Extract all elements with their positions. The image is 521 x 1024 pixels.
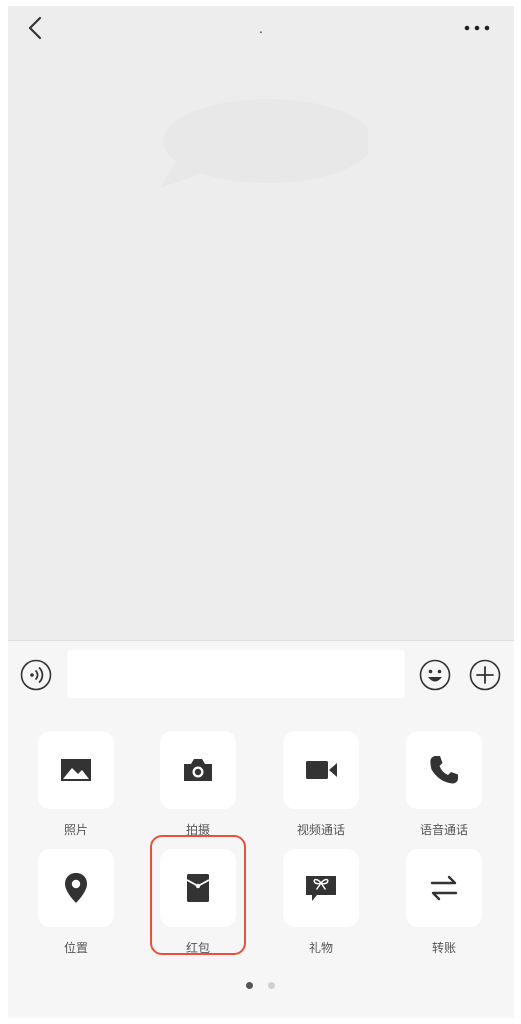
transfer-arrows-icon	[430, 875, 458, 901]
emoji-button[interactable]	[419, 659, 451, 691]
function-panel: 照片 拍摄 视频通话 语音通话 位置 红包 礼物 转账	[8, 707, 514, 1018]
image-icon	[61, 759, 91, 781]
camera-button[interactable]	[160, 731, 236, 809]
voice-call-button[interactable]	[406, 731, 482, 809]
back-button[interactable]	[22, 14, 50, 42]
video-call-label: 视频通话	[296, 823, 345, 837]
nav-bar: .	[8, 6, 514, 50]
emoji-icon	[419, 659, 451, 691]
message-list[interactable]	[8, 50, 514, 640]
phone-icon	[430, 756, 458, 784]
video-call-button[interactable]	[283, 731, 359, 809]
transfer-label: 转账	[431, 941, 456, 955]
gift-icon	[306, 876, 336, 901]
chevron-left-icon	[28, 16, 42, 40]
photo-label: 照片	[63, 823, 88, 837]
photo-button[interactable]	[38, 731, 114, 809]
more-functions-button[interactable]	[469, 659, 501, 691]
location-pin-icon	[65, 873, 87, 903]
transfer-button[interactable]	[406, 849, 482, 927]
voice-button[interactable]	[20, 659, 52, 691]
gift-button[interactable]	[283, 849, 359, 927]
voice-call-label: 语音通话	[419, 823, 468, 837]
message-bubble-placeholder	[160, 99, 368, 188]
location-button[interactable]	[38, 849, 114, 927]
more-button[interactable]	[462, 16, 492, 40]
input-bar	[8, 640, 514, 708]
message-input[interactable]	[67, 650, 405, 698]
red-packet-highlight-frame	[150, 835, 246, 955]
voice-icon	[20, 659, 52, 691]
more-dots-icon	[464, 25, 490, 31]
camera-icon	[184, 759, 212, 781]
location-label: 位置	[63, 941, 88, 955]
gift-label: 礼物	[308, 941, 333, 955]
chat-screen: . 照片 拍摄 视频通话 语音通话 位置 红包 礼物 转账	[8, 6, 514, 1018]
plus-icon	[469, 659, 501, 691]
page-dot-inactive	[268, 982, 275, 989]
chat-title: .	[259, 20, 263, 36]
page-dot-active	[246, 982, 253, 989]
video-icon	[306, 761, 337, 779]
